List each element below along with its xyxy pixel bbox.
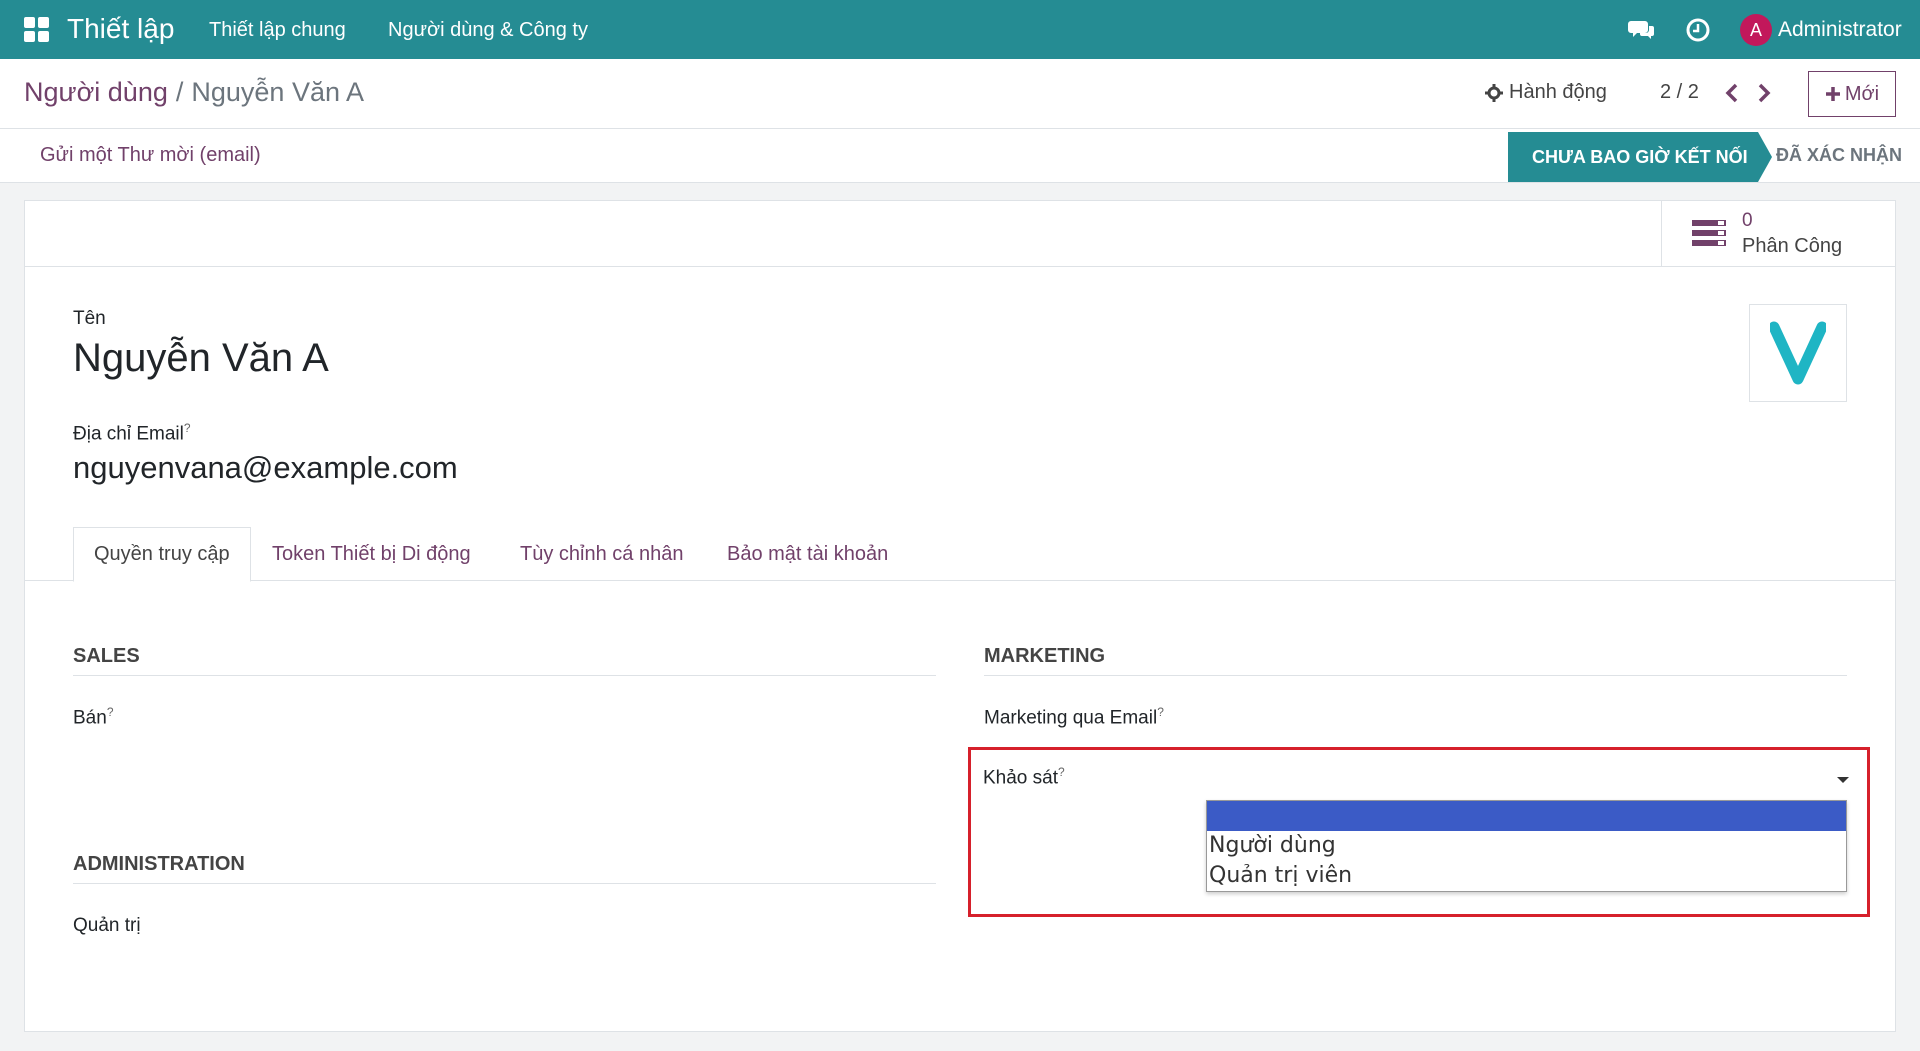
email-field[interactable]: nguyenvana@example.com — [73, 450, 458, 486]
user-name[interactable]: Administrator — [1778, 18, 1902, 42]
avatar[interactable]: A — [1740, 14, 1772, 46]
section-divider — [73, 675, 936, 676]
plus-icon — [1825, 87, 1840, 101]
breadcrumb-current: Nguyễn Văn A — [191, 77, 365, 107]
breadcrumb-separator: / — [175, 77, 184, 107]
chevron-left-icon[interactable] — [1722, 81, 1742, 105]
assignment-label: Phân Công — [1742, 235, 1843, 257]
notebook-tabs: Quyền truy cập Token Thiết bị Di động Tù… — [25, 527, 1895, 582]
gear-icon — [1485, 83, 1503, 102]
stage-confirmed[interactable]: ĐÃ XÁC NHẬN — [1776, 145, 1902, 166]
top-navbar: Thiết lập Thiết lập chung Người dùng & C… — [0, 0, 1920, 59]
section-title-administration: ADMINISTRATION — [73, 853, 245, 875]
app-title[interactable]: Thiết lập — [67, 13, 174, 45]
action-button[interactable]: Hành động — [1485, 81, 1607, 104]
field-label-sales: Bán? — [73, 705, 114, 729]
email-label: Địa chỉ Email? — [73, 421, 191, 445]
tab-access-rights[interactable]: Quyền truy cập — [73, 527, 251, 582]
tab-account-security[interactable]: Bảo mật tài khoản — [707, 527, 908, 581]
new-label: Mới — [1844, 82, 1880, 105]
list-icon — [1692, 220, 1726, 246]
help-icon[interactable]: ? — [1157, 705, 1164, 719]
survey-select-dropdown[interactable]: Người dùng Quản trị viên — [1206, 800, 1847, 892]
v-logo-icon — [1770, 321, 1826, 385]
section-title-sales: SALES — [73, 645, 140, 667]
assignment-stat-button[interactable]: 0 Phân Công — [1661, 201, 1895, 267]
send-invitation-button[interactable]: Gửi một Thư mời (email) — [40, 144, 261, 167]
field-label-email-marketing: Marketing qua Email? — [984, 705, 1164, 729]
apps-grid-icon[interactable] — [24, 17, 50, 43]
section-divider — [73, 883, 936, 884]
action-label: Hành động — [1509, 81, 1607, 103]
pager-value[interactable]: 2 / 2 — [1660, 81, 1699, 104]
section-title-marketing: MARKETING — [984, 645, 1106, 667]
chevron-right-icon[interactable] — [1754, 81, 1774, 105]
chat-icon[interactable] — [1628, 16, 1656, 44]
field-label-survey: Khảo sát? — [983, 765, 1065, 789]
assignment-count: 0 — [1742, 210, 1753, 231]
status-bar: Gửi một Thư mời (email) CHƯA BAO GIỜ KẾT… — [0, 129, 1920, 183]
help-icon[interactable]: ? — [107, 705, 114, 719]
field-label-administration: Quản trị — [73, 915, 141, 936]
user-avatar-image[interactable] — [1749, 304, 1847, 402]
breadcrumb: Người dùng / Nguyễn Văn A — [24, 77, 364, 108]
tab-mobile-tokens[interactable]: Token Thiết bị Di động — [252, 527, 491, 581]
survey-option-empty[interactable] — [1207, 801, 1846, 831]
breadcrumb-users-link[interactable]: Người dùng — [24, 77, 168, 107]
control-panel: Người dùng / Nguyễn Văn A Hành động 2 / 2 … — [0, 59, 1920, 129]
help-icon[interactable]: ? — [184, 421, 191, 435]
name-label: Tên — [73, 308, 106, 329]
chevron-down-icon[interactable] — [1837, 777, 1849, 783]
menu-users-companies[interactable]: Người dùng & Công ty — [388, 19, 588, 42]
survey-option-admin[interactable]: Quản trị viên — [1207, 861, 1846, 891]
stage-never-connected[interactable]: CHƯA BAO GIỜ KẾT NỐI — [1508, 132, 1772, 182]
menu-general-settings[interactable]: Thiết lập chung — [209, 19, 346, 42]
button-box: 0 Phân Công — [25, 201, 1895, 267]
name-field[interactable]: Nguyễn Văn A — [73, 336, 329, 381]
tab-preferences[interactable]: Tùy chỉnh cá nhân — [500, 527, 703, 581]
new-button[interactable]: Mới — [1808, 71, 1896, 117]
clock-icon[interactable] — [1684, 16, 1712, 44]
survey-option-user[interactable]: Người dùng — [1207, 831, 1846, 861]
help-icon[interactable]: ? — [1058, 765, 1065, 779]
section-divider — [984, 675, 1847, 676]
